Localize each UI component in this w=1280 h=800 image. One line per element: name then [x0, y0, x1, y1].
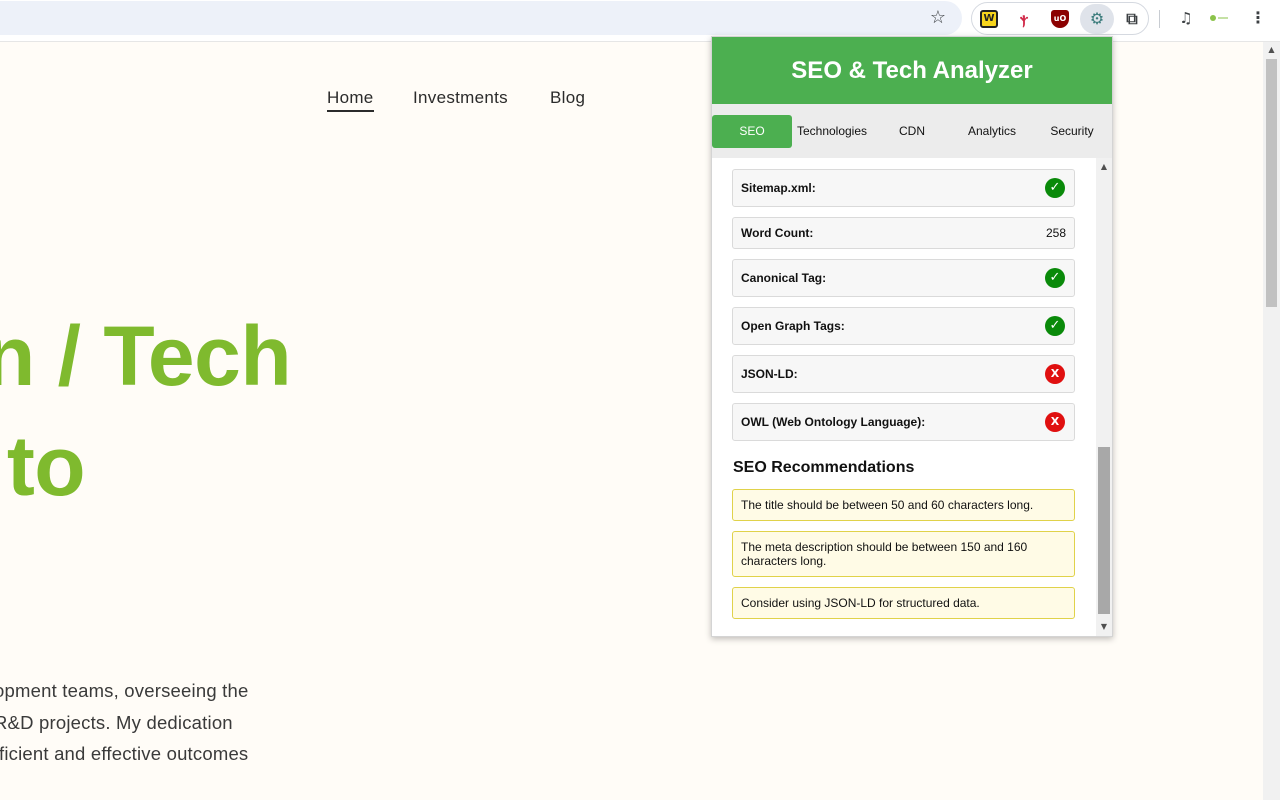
popup-scroll-thumb[interactable]	[1098, 447, 1110, 614]
bio-text-line-1: opment teams, overseeing the	[0, 680, 249, 701]
tab-technologies[interactable]: Technologies	[792, 115, 872, 148]
toolbar-separator	[1159, 10, 1160, 28]
popup-header: SEO & Tech Analyzer	[712, 37, 1112, 104]
check-label: OWL (Web Ontology Language):	[741, 415, 926, 429]
seo-results-panel: Sitemap.xml: ✓ Word Count: 258 Canonical…	[712, 158, 1096, 636]
nav-link-home[interactable]: Home	[327, 88, 374, 112]
recommendations-heading: SEO Recommendations	[733, 459, 915, 476]
check-row-sitemap: Sitemap.xml: ✓	[732, 169, 1075, 207]
page-scroll-thumb[interactable]	[1266, 59, 1277, 307]
word-count-value: 258	[1045, 226, 1066, 240]
popup-tabs: SEO Technologies CDN Analytics Security	[712, 104, 1112, 158]
tab-analytics[interactable]: Analytics	[952, 115, 1032, 148]
recommendation-item: The meta description should be between 1…	[732, 531, 1075, 577]
address-bar[interactable]	[0, 1, 962, 35]
bird-extension-icon[interactable]: ⲯ	[1015, 10, 1033, 28]
check-row-json-ld: JSON-LD: X	[732, 355, 1075, 393]
check-fail-icon: X	[1045, 364, 1065, 384]
recommendation-item: Consider using JSON-LD for structured da…	[732, 587, 1075, 619]
star-icon[interactable]: ☆	[928, 8, 948, 28]
hero-heading-line-1: n / Tech	[0, 309, 292, 403]
check-row-word-count: Word Count: 258	[732, 217, 1075, 249]
wappalyzer-icon[interactable]: W	[980, 10, 998, 28]
check-row-open-graph: Open Graph Tags: ✓	[732, 307, 1075, 345]
check-row-owl: OWL (Web Ontology Language): X	[732, 403, 1075, 441]
check-pass-icon: ✓	[1045, 268, 1065, 288]
hero-heading-line-2: to	[6, 419, 86, 513]
popup-scrollbar[interactable]: ▲ ▼	[1096, 158, 1112, 636]
check-pass-icon: ✓	[1045, 316, 1065, 336]
nav-link-investments[interactable]: Investments	[413, 88, 508, 108]
scroll-up-arrow-icon[interactable]: ▲	[1263, 42, 1280, 58]
media-controls-icon[interactable]: ♫	[1176, 8, 1196, 28]
check-label: Word Count:	[741, 226, 814, 240]
profile-icon[interactable]	[1210, 14, 1232, 22]
bio-text-line-3: fficient and effective outcomes	[0, 743, 249, 764]
tab-seo[interactable]: SEO	[712, 115, 792, 148]
check-label: Canonical Tag:	[741, 271, 827, 285]
ublock-icon[interactable]: uO	[1051, 10, 1069, 28]
scroll-down-arrow-icon[interactable]: ▼	[1096, 620, 1112, 634]
tab-security[interactable]: Security	[1032, 115, 1112, 148]
extensions-puzzle-icon[interactable]: ⧉	[1123, 10, 1141, 28]
recommendation-item: The title should be between 50 and 60 ch…	[732, 489, 1075, 521]
check-label: Open Graph Tags:	[741, 319, 845, 333]
check-pass-icon: ✓	[1045, 178, 1065, 198]
seo-analyzer-icon[interactable]: ⚙	[1088, 10, 1106, 28]
check-row-canonical: Canonical Tag: ✓	[732, 259, 1075, 297]
bio-text-line-2: R&D projects. My dedication	[0, 712, 233, 733]
check-fail-icon: X	[1045, 412, 1065, 432]
seo-analyzer-popup: SEO & Tech Analyzer SEO Technologies CDN…	[711, 36, 1113, 637]
more-menu-icon[interactable]: ⋮	[1250, 8, 1266, 28]
popup-title: SEO & Tech Analyzer	[791, 57, 1033, 84]
tab-cdn[interactable]: CDN	[872, 115, 952, 148]
check-label: Sitemap.xml:	[741, 181, 816, 195]
nav-link-blog[interactable]: Blog	[550, 88, 585, 108]
page-scrollbar[interactable]: ▲	[1263, 42, 1280, 800]
scroll-up-arrow-icon[interactable]: ▲	[1096, 160, 1112, 174]
extensions-group: W ⲯ uO ⚙ ⧉	[971, 2, 1149, 35]
check-label: JSON-LD:	[741, 367, 798, 381]
